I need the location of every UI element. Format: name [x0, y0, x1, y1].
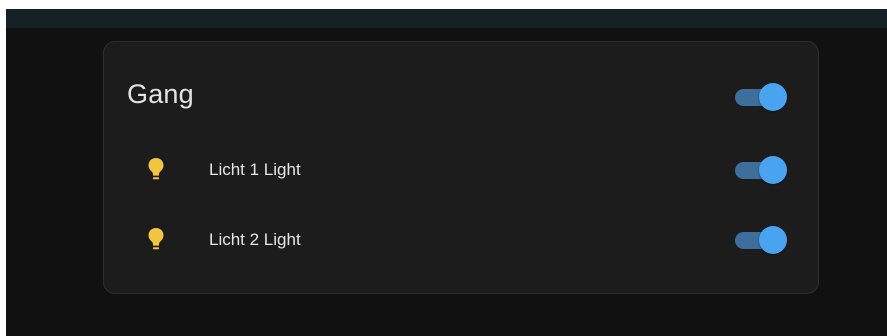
- toggle-thumb: [759, 226, 787, 254]
- master-toggle[interactable]: [735, 83, 787, 111]
- entity-toggle-licht-2[interactable]: [735, 226, 787, 254]
- entity-label: Licht 2 Light: [209, 230, 301, 249]
- dashboard-view: Gang Licht 1 Light Licht 2 Light: [0, 0, 887, 336]
- lightbulb-icon[interactable]: [145, 226, 167, 254]
- toggle-thumb: [759, 156, 787, 184]
- lightbulb-icon[interactable]: [145, 156, 167, 184]
- card-title: Gang: [127, 79, 194, 109]
- window-edge-left: [0, 0, 6, 336]
- entity-toggle-licht-1[interactable]: [735, 156, 787, 184]
- entity-label: Licht 1 Light: [209, 160, 301, 179]
- toggle-thumb: [759, 83, 787, 111]
- entities-card: Gang Licht 1 Light Licht 2 Light: [103, 41, 819, 294]
- header-bar: [6, 9, 887, 28]
- window-edge-top: [0, 0, 887, 9]
